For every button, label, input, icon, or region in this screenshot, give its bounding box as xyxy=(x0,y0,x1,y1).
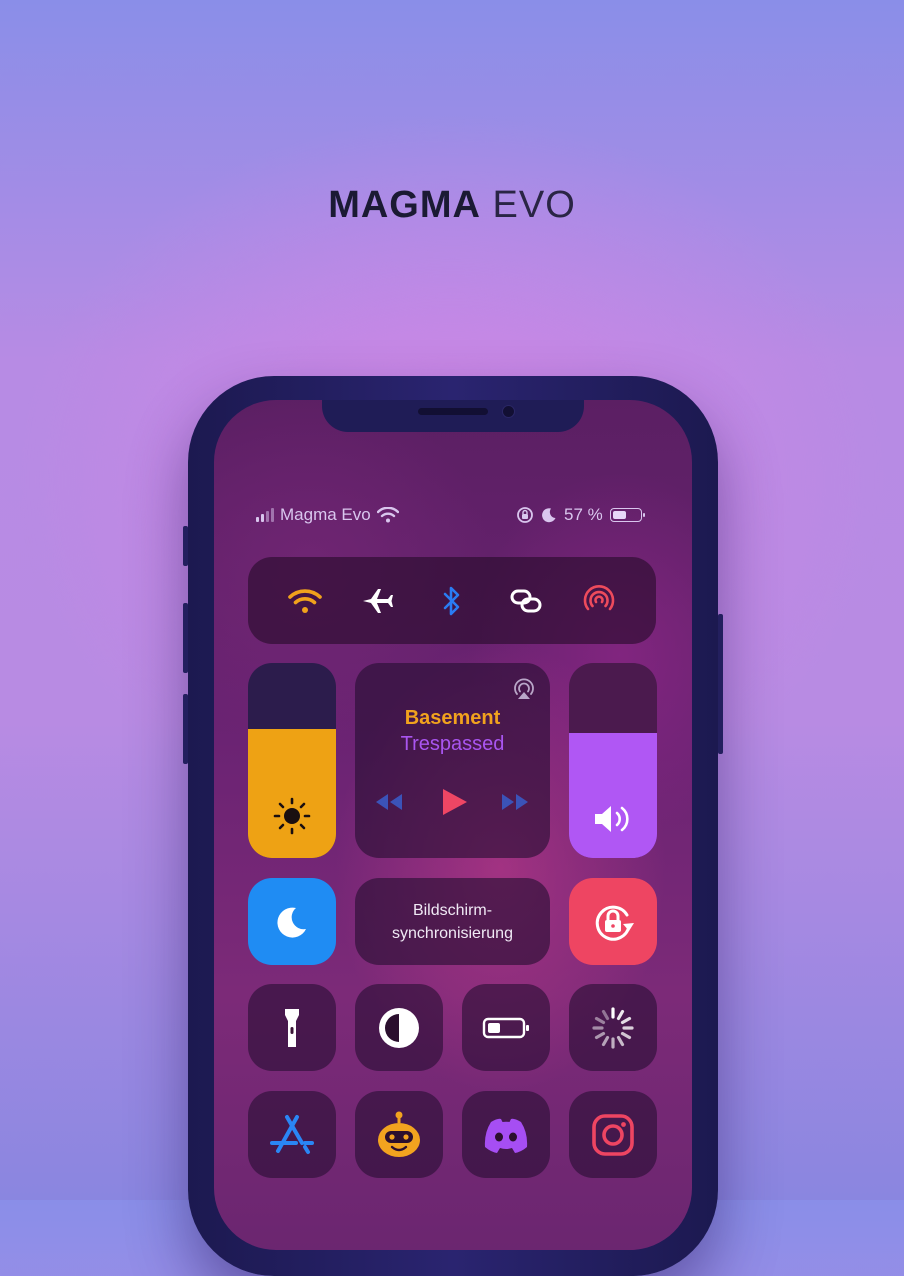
dark-mode-icon xyxy=(379,1007,419,1048)
brightness-slider[interactable] xyxy=(248,663,336,858)
loading-toggle[interactable] xyxy=(569,984,657,1071)
airplane-icon xyxy=(363,588,394,613)
app-store-icon xyxy=(270,1114,314,1154)
front-camera xyxy=(502,405,515,418)
moon-status-icon xyxy=(542,508,556,523)
fast-forward-icon[interactable] xyxy=(499,791,531,813)
orientation-lock-status-icon xyxy=(517,507,533,523)
play-icon[interactable] xyxy=(439,787,469,817)
loading-icon xyxy=(592,1006,634,1049)
robot-app-icon xyxy=(378,1111,420,1157)
wifi-icon xyxy=(287,588,322,613)
battery-icon xyxy=(609,508,645,522)
headline-thin: EVO xyxy=(492,184,576,226)
bluetooth-icon xyxy=(443,586,460,615)
robot-app-shortcut[interactable] xyxy=(355,1091,443,1178)
power-button xyxy=(718,614,723,754)
moon-icon xyxy=(277,907,306,938)
signal-icon xyxy=(256,508,274,522)
flashlight-toggle[interactable] xyxy=(248,984,336,1071)
focus-toggle[interactable] xyxy=(248,878,336,965)
volume-slider[interactable] xyxy=(569,663,657,858)
flashlight-icon xyxy=(285,1008,299,1047)
speaker-icon xyxy=(595,806,629,832)
airdrop-toggle[interactable] xyxy=(577,579,621,623)
status-bar-right: 57 % xyxy=(516,504,645,526)
headline: MAGMA EVO xyxy=(0,184,904,227)
sun-icon xyxy=(273,797,311,835)
screen-mirroring-button[interactable]: Bildschirm- synchronisierung xyxy=(355,878,550,965)
link-toggle[interactable] xyxy=(504,579,548,623)
wifi-toggle[interactable] xyxy=(283,579,327,623)
low-power-toggle[interactable] xyxy=(462,984,550,1071)
wifi-status-icon xyxy=(376,507,399,523)
notch xyxy=(322,400,584,432)
airplane-mode-toggle[interactable] xyxy=(356,579,400,623)
mute-switch xyxy=(183,526,188,566)
instagram-shortcut[interactable] xyxy=(569,1091,657,1178)
airdrop-icon xyxy=(583,584,615,610)
instagram-icon xyxy=(592,1113,634,1156)
battery-percent: 57 % xyxy=(564,505,603,524)
song-title: Basement xyxy=(404,707,501,729)
volume-down-button xyxy=(183,694,188,764)
volume-level xyxy=(569,733,657,858)
app-store-shortcut[interactable] xyxy=(248,1091,336,1178)
bluetooth-toggle[interactable] xyxy=(430,579,474,623)
dark-mode-toggle[interactable] xyxy=(355,984,443,1071)
discord-shortcut[interactable] xyxy=(462,1091,550,1178)
headline-bold: MAGMA xyxy=(328,184,481,226)
song-artist: Trespassed xyxy=(400,733,505,755)
status-bar-left: Magma Evo xyxy=(256,504,399,526)
rotation-lock-toggle[interactable] xyxy=(569,878,657,965)
low-power-icon xyxy=(482,1017,529,1038)
discord-icon xyxy=(484,1118,528,1153)
volume-up-button xyxy=(183,603,188,673)
brightness-level xyxy=(248,729,336,858)
media-player[interactable]: Basement Trespassed xyxy=(355,663,550,858)
airplay-icon[interactable] xyxy=(512,677,536,701)
rotation-lock-icon xyxy=(595,905,634,941)
screen-mirroring-line1: Bildschirm- xyxy=(412,901,493,919)
screen-mirroring-line2: synchronisierung xyxy=(392,924,513,942)
link-icon xyxy=(510,589,542,612)
rewind-icon[interactable] xyxy=(373,791,405,813)
earpiece xyxy=(418,408,488,415)
carrier-name: Magma Evo xyxy=(280,505,371,524)
connectivity-module xyxy=(248,557,656,644)
